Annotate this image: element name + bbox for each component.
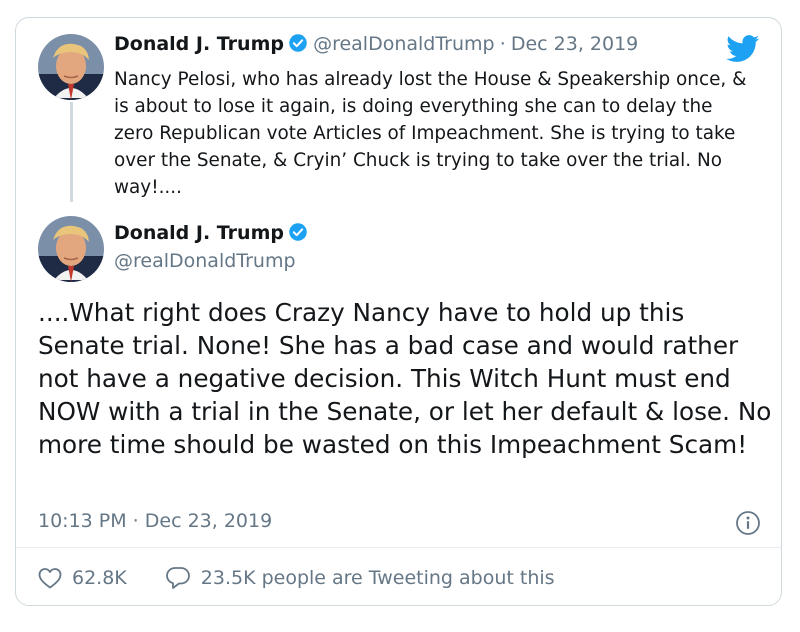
avatar[interactable] <box>38 216 104 282</box>
tweet-actions: 62.8K 23.5K people are Tweeting about th… <box>38 566 555 590</box>
tweet2-author-row: Donald J. Trump <box>114 222 308 246</box>
tweet1-text: Nancy Pelosi, who has already lost the H… <box>114 69 747 198</box>
tweet2-text: ....What right does Crazy Nancy have to … <box>38 298 772 459</box>
reply-bubble-icon <box>165 567 190 589</box>
tweet-date[interactable]: Dec 23, 2019 <box>511 33 638 55</box>
twitter-bird-icon[interactable] <box>726 35 760 67</box>
author-handle[interactable]: @realDonaldTrump <box>114 250 296 272</box>
tweet-timestamp[interactable]: 10:13 PM · Dec 23, 2019 <box>38 510 272 532</box>
divider <box>16 547 781 548</box>
tweeting-about-text: 23.5K people are Tweeting about this <box>200 567 555 589</box>
verified-badge-icon <box>288 33 308 57</box>
author-handle[interactable]: @realDonaldTrump <box>313 33 495 55</box>
like-count: 62.8K <box>72 567 127 589</box>
author-name[interactable]: Donald J. Trump <box>114 222 284 244</box>
verified-badge-icon <box>288 222 308 246</box>
like-action[interactable]: 62.8K <box>38 567 127 589</box>
reply-action[interactable]: 23.5K people are Tweeting about this <box>165 566 555 590</box>
avatar[interactable] <box>38 34 104 100</box>
thread-connector-line <box>70 102 73 202</box>
tweet1-header: Donald J. Trump @realDonaldTrump · Dec 2… <box>114 33 638 57</box>
author-name[interactable]: Donald J. Trump <box>114 33 284 55</box>
heart-icon <box>38 568 62 589</box>
meta-separator: · <box>499 33 506 55</box>
info-icon[interactable] <box>735 510 761 540</box>
